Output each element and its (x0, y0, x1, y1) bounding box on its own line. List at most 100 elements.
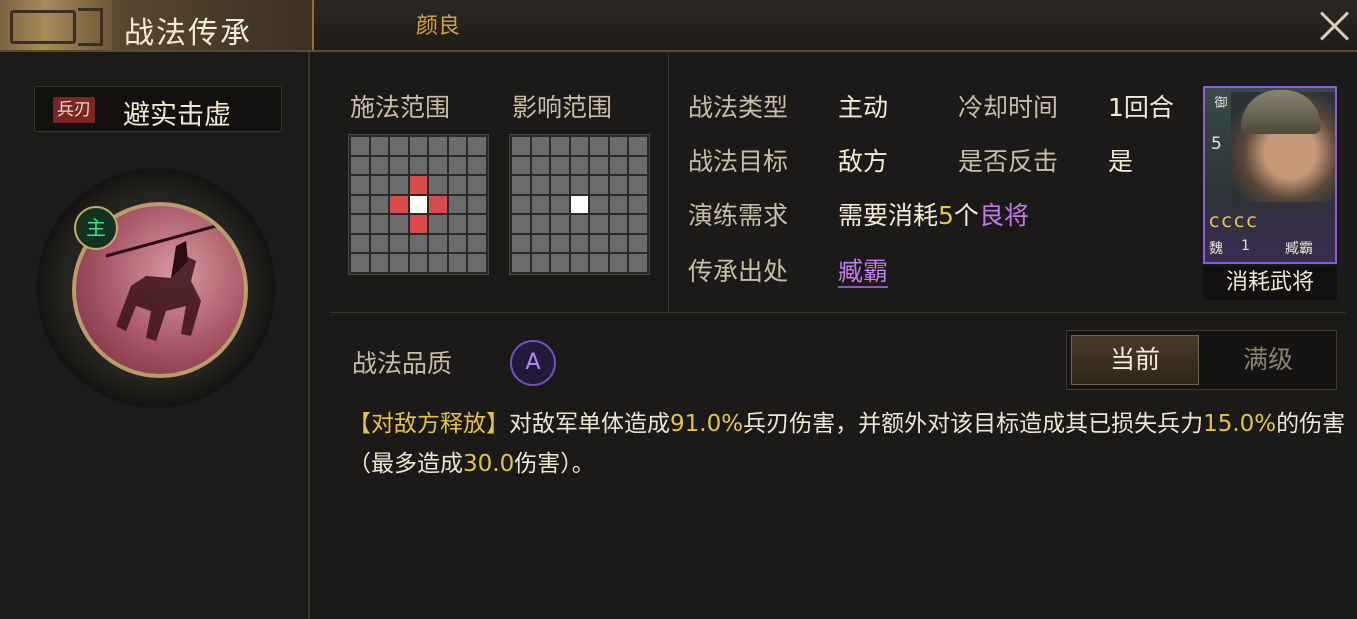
range-cell (570, 176, 589, 194)
range-cell (390, 215, 408, 233)
range-cell (448, 137, 467, 155)
range-cell (351, 195, 369, 214)
range-cell (570, 195, 589, 214)
skill-description: 【对敌方释放】对敌军单体造成91.0%兵刃伤害，并额外对该目标造成其已损失兵力1… (348, 404, 1348, 484)
range-cell (448, 195, 467, 214)
source-general-link[interactable]: 臧霸 (838, 257, 889, 288)
range-cell (551, 215, 569, 233)
level-toggle: 当前 满级 (1066, 330, 1337, 390)
range-cell (351, 137, 369, 155)
range-cell (609, 195, 628, 214)
level-value: 1 (1241, 238, 1250, 254)
range-cell (531, 254, 550, 272)
range-cell (609, 215, 628, 233)
range-cell (468, 156, 486, 175)
range-cell (390, 176, 408, 194)
range-cell (570, 215, 589, 233)
range-cell (531, 137, 550, 155)
range-cell (531, 215, 550, 233)
page-title: 战法传承 (124, 16, 252, 51)
cast-range-label: 施法范围 (350, 93, 451, 122)
source-value[interactable]: 臧霸 (838, 252, 889, 288)
arm-type-label: 御 (1214, 96, 1228, 111)
range-cell (629, 156, 647, 175)
skill-target-label: 战法目标 (688, 147, 789, 176)
quality-label: 战法品质 (352, 349, 453, 378)
range-cell (409, 215, 428, 233)
effect-range-grid (509, 134, 650, 275)
range-cell (429, 176, 447, 194)
range-cell (590, 254, 608, 272)
range-cell (390, 234, 408, 253)
range-cell (590, 156, 608, 175)
train-requirement-value: 需要消耗5个良将 (838, 196, 1029, 232)
range-cell (351, 156, 369, 175)
tab-current[interactable]: 当前 (1071, 335, 1199, 385)
range-cell (370, 234, 389, 253)
range-cell (609, 137, 628, 155)
desc-value: 91.0% (670, 411, 744, 437)
range-cell (429, 156, 447, 175)
range-cell (448, 254, 467, 272)
close-icon[interactable] (1318, 8, 1352, 42)
source-label: 传承出处 (688, 257, 789, 286)
range-cell (590, 195, 608, 214)
skill-target-value: 敌方 (838, 147, 889, 176)
range-cell (370, 176, 389, 194)
range-cell (590, 137, 608, 155)
range-cell (531, 195, 550, 214)
range-cell (531, 156, 550, 175)
range-cell (551, 234, 569, 253)
range-cell (370, 195, 389, 214)
range-cell (551, 195, 569, 214)
range-cell (370, 254, 389, 272)
range-cell (390, 137, 408, 155)
range-cell (512, 195, 530, 214)
desc-text: 兵刃伤害，并额外对该目标造成其已损失兵力 (743, 411, 1204, 437)
range-cell (609, 156, 628, 175)
range-cell (629, 195, 647, 214)
range-cell (570, 234, 589, 253)
tab-max-level[interactable]: 满级 (1203, 335, 1333, 385)
skill-name-box: 兵刃 避实击虚 (34, 86, 282, 132)
skill-type-tag: 兵刃 (53, 97, 95, 123)
range-cell (531, 176, 550, 194)
train-unit: 个 (953, 201, 979, 230)
consumed-general-card[interactable]: 御 5 cccc 魏 1 臧霸 (1203, 86, 1337, 264)
range-cell (351, 176, 369, 194)
range-cell (551, 254, 569, 272)
range-cell (468, 195, 486, 214)
desc-value: 15.0% (1203, 411, 1277, 437)
effect-range-label: 影响范围 (512, 93, 613, 122)
range-cell (429, 234, 447, 253)
range-cell (448, 234, 467, 253)
range-cell (512, 234, 530, 253)
range-cell (390, 254, 408, 272)
divider (330, 312, 1346, 313)
range-cell (609, 254, 628, 272)
skill-type-label: 战法类型 (688, 93, 789, 122)
range-cell (590, 234, 608, 253)
skill-name: 避实击虚 (123, 100, 231, 131)
card-caption: 消耗武将 (1203, 266, 1337, 300)
range-cell (609, 234, 628, 253)
range-cell (551, 176, 569, 194)
range-cell (429, 215, 447, 233)
range-cell (512, 215, 530, 233)
range-cell (409, 156, 428, 175)
main-skill-badge: 主 (74, 206, 118, 250)
range-cell (448, 156, 467, 175)
range-cell (468, 215, 486, 233)
range-cell (629, 234, 647, 253)
range-cell (351, 215, 369, 233)
range-cell (590, 176, 608, 194)
range-cell (370, 137, 389, 155)
range-cell (570, 156, 589, 175)
range-cell (629, 215, 647, 233)
range-cell (531, 234, 550, 253)
desc-text: 伤害）。 (514, 451, 595, 477)
range-cell (409, 195, 428, 214)
card-general-name: 臧霸 (1285, 241, 1313, 257)
range-cell (429, 254, 447, 272)
range-cell (468, 254, 486, 272)
